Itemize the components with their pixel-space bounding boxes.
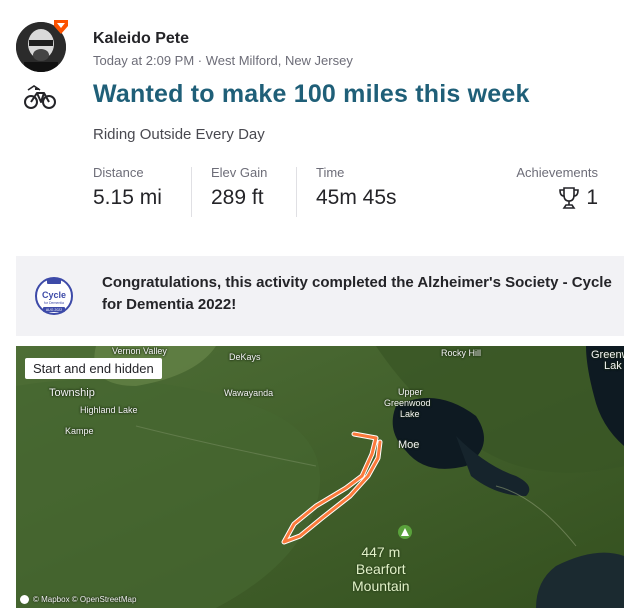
subscriber-badge-icon — [54, 20, 68, 34]
stat-label: Time — [316, 165, 345, 180]
athlete-name[interactable]: Kaleido Pete — [93, 30, 189, 48]
stat-time: Time 45m 45s — [316, 165, 397, 221]
activity-stats: Distance 5.15 mi Elev Gain 289 ft Time 4… — [93, 165, 598, 221]
stat-value: 5.15 mi — [93, 186, 162, 209]
mapbox-logo-icon — [20, 595, 29, 604]
challenge-badge-sub: for Dementia — [44, 301, 64, 305]
stat-label: Elev Gain — [211, 165, 268, 180]
map-label-township: Township — [49, 387, 95, 399]
stat-divider — [191, 167, 192, 217]
map-label-rocky-hill: Rocky Hill — [441, 348, 482, 358]
map-label-lake-edge: Lak — [604, 360, 622, 372]
athlete-avatar[interactable] — [16, 20, 68, 74]
challenge-text: Congratulations, this activity completed… — [102, 274, 612, 313]
map-label-dekays: DeKays — [229, 352, 261, 362]
achievements-count: 1 — [586, 186, 598, 209]
trophy-icon — [559, 187, 580, 209]
activity-description: Riding Outside Every Day — [93, 126, 265, 143]
map-terrain — [16, 346, 624, 608]
stat-achievements[interactable]: Achievements 1 — [516, 165, 598, 221]
stat-distance: Distance 5.15 mi — [93, 165, 162, 221]
challenge-banner[interactable]: Cycle for Dementia AUG 2022 Congratulati… — [16, 256, 624, 336]
stat-elev-gain: Elev Gain 289 ft — [211, 165, 267, 221]
map-label-kampe: Kampe — [65, 426, 94, 436]
challenge-badge-icon: Cycle for Dementia AUG 2022 — [35, 277, 73, 315]
peak-marker-icon — [398, 525, 412, 539]
peak-name-line2: Mountain — [352, 578, 410, 594]
map-label-wawayanda: Wawayanda — [224, 388, 274, 398]
map-label-vernon-valley: Vernon Valley — [112, 346, 167, 356]
map-label-moe: Moe — [398, 439, 420, 451]
stat-value: 289 ft — [211, 186, 264, 209]
map-label-lake: Lake — [400, 409, 420, 419]
map-attribution-text: © Mapbox © OpenStreetMap — [33, 595, 137, 604]
stat-divider — [296, 167, 297, 217]
bike-icon — [24, 85, 56, 109]
map-attribution[interactable]: © Mapbox © OpenStreetMap — [20, 595, 136, 604]
activity-header: Kaleido Pete Today at 2:09 PM · West Mil… — [0, 0, 624, 248]
start-end-hidden-notice: Start and end hidden — [25, 358, 162, 379]
activity-map[interactable]: Vernon Valley DeKays Rocky Hill Greenw L… — [16, 346, 624, 608]
peak-name-line1: Bearfort — [355, 561, 406, 577]
stat-value: 45m 45s — [316, 186, 397, 209]
activity-meta: Today at 2:09 PM · West Milford, New Jer… — [93, 53, 353, 68]
stat-label: Achievements — [516, 165, 598, 180]
map-label-highland-lake: Highland Lake — [80, 405, 138, 415]
peak-elevation: 447 m — [361, 544, 401, 560]
challenge-badge-date: AUG 2022 — [46, 308, 62, 312]
challenge-badge-title: Cycle — [42, 290, 66, 300]
activity-title[interactable]: Wanted to make 100 miles this week — [93, 80, 530, 109]
peak-label: 447 m Bearfort Mountain — [352, 544, 410, 595]
stat-label: Distance — [93, 165, 144, 180]
